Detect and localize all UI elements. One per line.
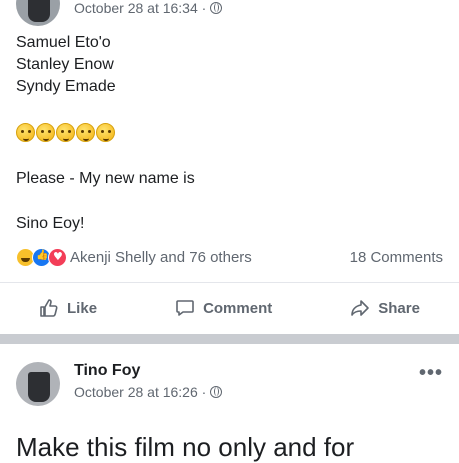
post-timestamp[interactable]: October 28 at 16:26 · (74, 384, 223, 400)
author-avatar[interactable] (16, 0, 60, 26)
more-options-button[interactable]: ••• (419, 362, 443, 385)
post-body: Samuel Eto'o Stanley Enow Syndy Emade (16, 32, 116, 98)
thinking-emoji-icon (36, 123, 55, 142)
share-icon (350, 298, 370, 318)
post-stats: Akenji Shelly and 76 others 18 Comments (16, 248, 443, 267)
like-button[interactable]: Like (39, 298, 97, 318)
comment-button[interactable]: Comment (175, 298, 272, 318)
comment-icon (175, 298, 195, 318)
author-avatar[interactable] (16, 362, 60, 406)
reactions-summary[interactable]: Akenji Shelly and 76 others (70, 249, 252, 266)
author-name[interactable]: Tino Foy (74, 362, 140, 380)
globe-icon (210, 2, 223, 14)
thinking-emoji-icon (96, 123, 115, 142)
post-line: Samuel Eto'o (16, 34, 111, 51)
thinking-emoji-icon (16, 123, 35, 142)
post-line: Sino Eoy! (16, 215, 85, 232)
comments-count[interactable]: 18 Comments (350, 249, 443, 266)
thinking-emoji-icon (76, 123, 95, 142)
post-line: Please - My new name is (16, 170, 195, 187)
feed-divider (0, 334, 459, 344)
post-actions: Like Comment Share (0, 282, 459, 333)
love-reaction-icon (48, 248, 67, 267)
thinking-emoji-icon (56, 123, 75, 142)
emoji-row (16, 123, 115, 142)
share-button[interactable]: Share (350, 298, 420, 318)
thumbs-up-icon (39, 298, 59, 318)
post-body: Make this film no only and for (16, 432, 355, 462)
reaction-icons[interactable] (16, 248, 67, 267)
post-1: October 28 at 16:34 · Samuel Eto'o Stanl… (0, 0, 459, 334)
globe-icon (210, 386, 223, 398)
post-line: Stanley Enow (16, 56, 114, 73)
post-timestamp[interactable]: October 28 at 16:34 · (74, 0, 223, 16)
post-2: Tino Foy October 28 at 16:26 · ••• Make … (0, 344, 459, 462)
post-line: Syndy Emade (16, 78, 116, 95)
